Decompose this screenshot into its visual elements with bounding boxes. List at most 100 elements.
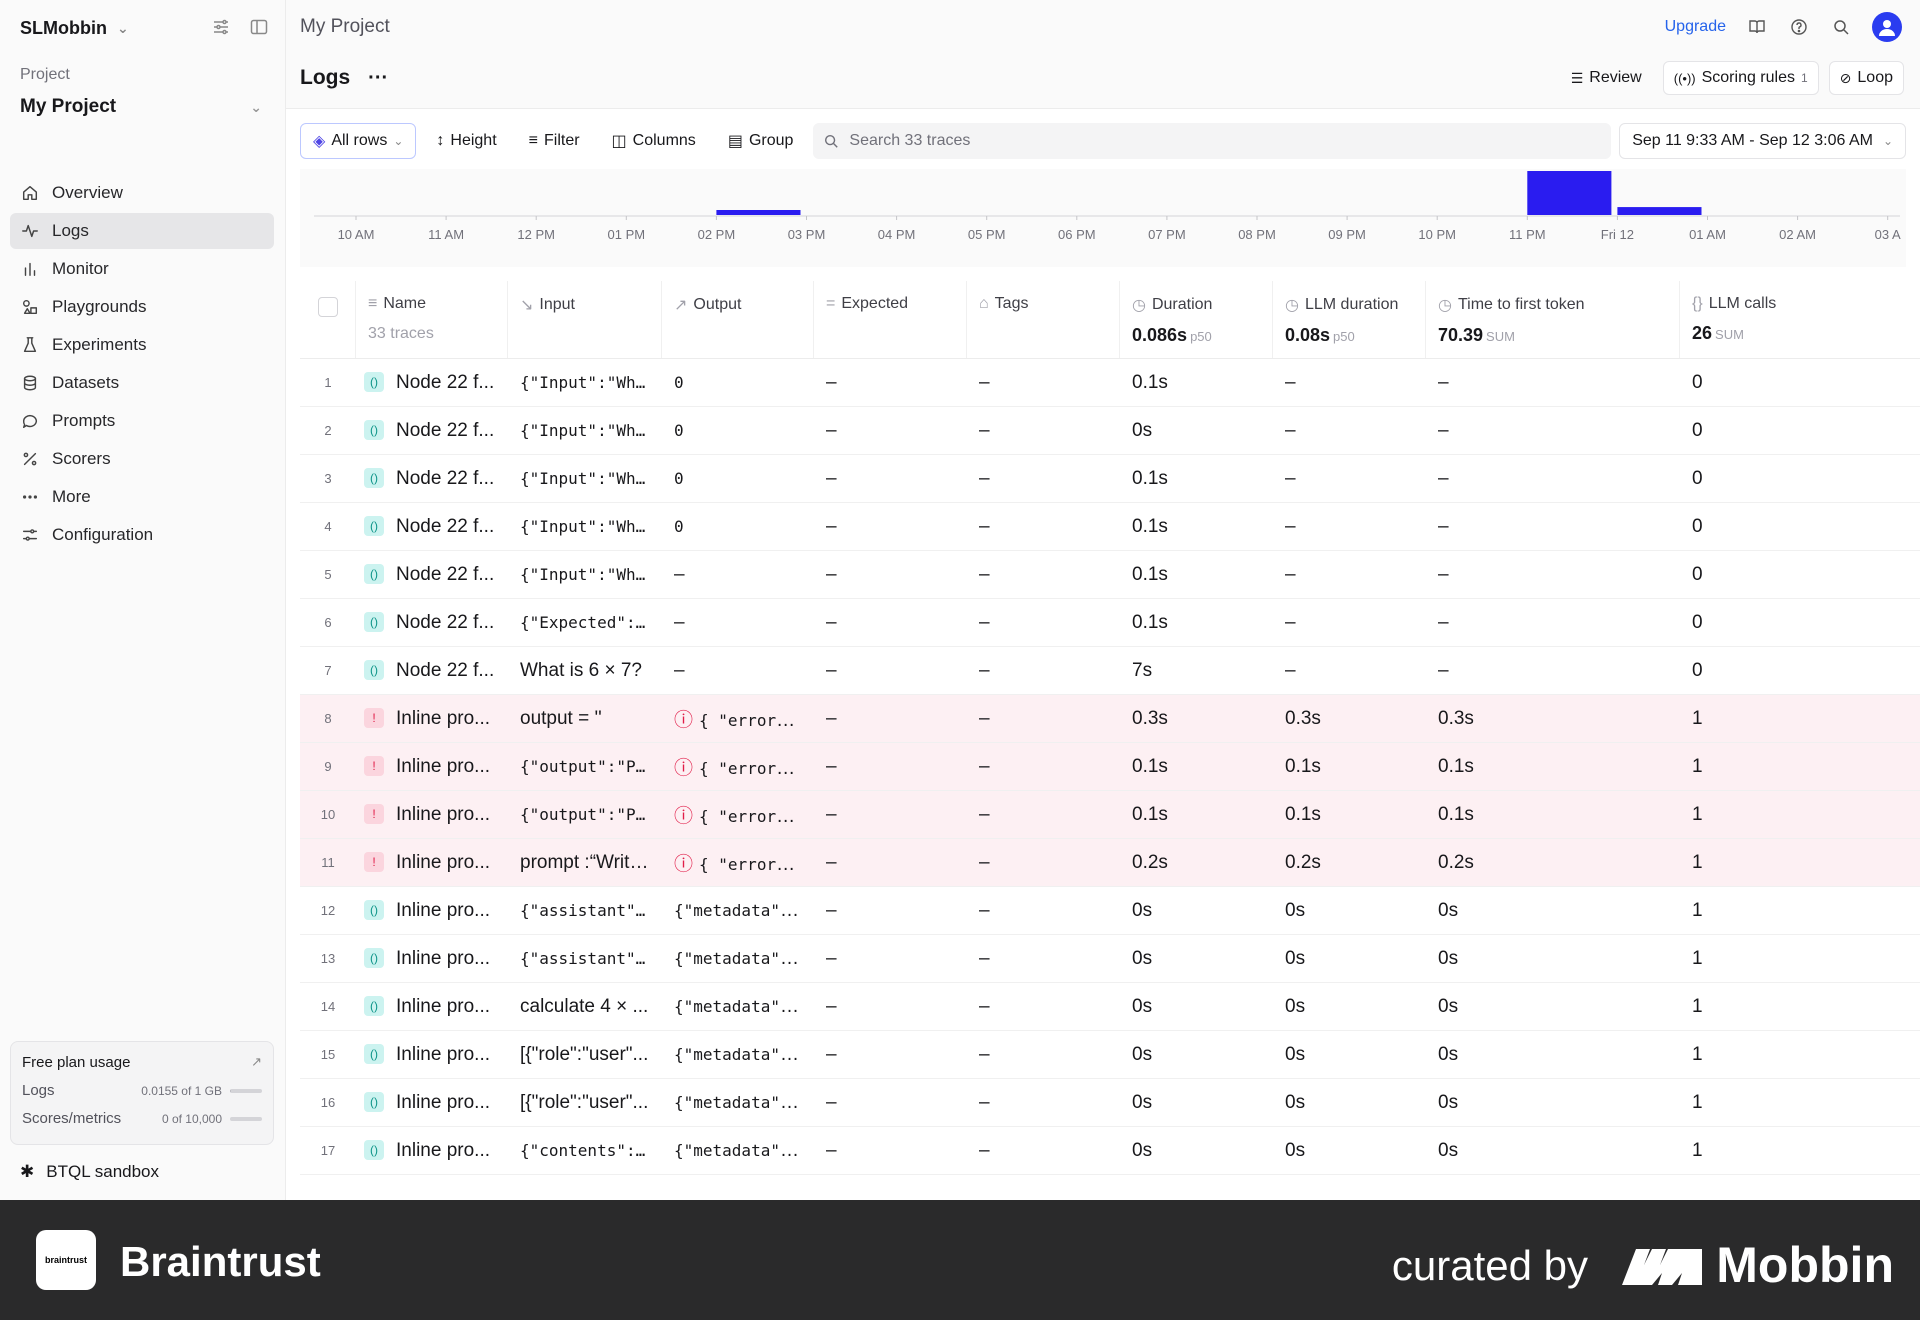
all-rows-label: All rows [331,132,388,149]
workspace-switcher[interactable]: SLMobbin ⌄ [20,16,129,40]
search-input[interactable]: Search 33 traces [813,123,1612,159]
histogram-tick-label: 11 PM [1509,227,1546,242]
cell-ttft: 0s [1438,899,1459,921]
column-tags[interactable]: ⌂ Tags [967,281,1120,358]
output-value: 0 [674,468,684,488]
function-span-icon: () [364,1140,384,1161]
output-value: {"metadata":{... [674,1092,814,1112]
column-llm-duration[interactable]: ◷ LLM duration 0.08s p50 [1273,281,1426,358]
histogram-bar[interactable] [1527,171,1612,215]
cell-llm-calls: 0 [1692,419,1703,441]
project-selector[interactable]: My Project ⌄ [20,96,270,118]
row-number: 3 [324,471,332,486]
group-button[interactable]: ▤ Group [716,123,806,159]
histogram-tick-label: 10 AM [338,227,375,242]
span-name: Node 22 f... [396,371,495,393]
upgrade-link[interactable]: Upgrade [1665,18,1726,36]
table-row[interactable]: 13 () Inline pro... {"assistant":... {"metad… [300,935,1920,983]
table-row[interactable]: 2 () Node 22 f... {"Input":"Wha... 0 – – 0s – – 0 [300,407,1920,455]
sidebar-toggle-icon[interactable] [248,16,270,38]
table-row[interactable]: 11! Inline pro... prompt :“Write... ⓘ { "err… [300,839,1920,887]
ttft-unit: SUM [1486,329,1515,344]
cell-llm-calls: 1 [1692,803,1703,825]
loop-button[interactable]: ⊘ Loop [1828,61,1904,95]
histogram-tick-label: Fri 12 [1601,227,1634,242]
btql-sandbox-link[interactable]: ✱ BTQL sandbox [20,1162,159,1182]
function-span-icon: () [364,660,384,681]
error-icon: ⓘ [674,806,694,827]
llm-duration-stat: 0.08s [1285,325,1331,345]
more-horizontal-icon [20,487,40,507]
table-row[interactable]: 17 () Inline pro... {"contents":[... {"metad… [300,1127,1920,1175]
equals-icon: = [826,295,836,312]
column-output[interactable]: ↗ Output [662,281,814,358]
sidebar-item-more[interactable]: More [10,479,274,515]
table-row[interactable]: 16 () Inline pro... [{"role":"user"... {"met… [300,1079,1920,1127]
cell-input: [{"role":"user"... [520,1043,649,1065]
sidebar-item-overview[interactable]: Overview [10,175,274,211]
more-horizontal-icon[interactable]: ··· [368,67,388,90]
review-button[interactable]: ☰ Review [1560,61,1653,95]
column-expected[interactable]: = Expected [814,281,967,358]
table-row[interactable]: 5() Node 22 f... {"Input":"Wha... – – –0.1s – –… [300,551,1920,599]
row-number: 9 [324,759,332,774]
all-rows-button[interactable]: ◈ All rows ⌄ [300,123,417,159]
help-icon[interactable] [1788,16,1810,38]
breadcrumb[interactable]: My Project [300,16,390,38]
table-row[interactable]: 15 () Inline pro... [{"role":"user"... {"met… [300,1031,1920,1079]
scoring-rules-button[interactable]: ((•)) Scoring rules 1 [1662,61,1819,95]
sidebar-item-logs[interactable]: Logs [10,213,274,249]
histogram-bar[interactable] [1617,207,1702,215]
column-llm-calls[interactable]: {} LLM calls 26 SUM [1680,281,1920,358]
avatar[interactable] [1872,12,1902,42]
table-row[interactable]: 6() Node 22 f... {"Expected":4... – – –0.1s – –… [300,599,1920,647]
sidebar-item-monitor[interactable]: Monitor [10,251,274,287]
column-name[interactable]: ≡ Name 33 traces [356,281,508,358]
table-row[interactable]: 12 () Inline pro... {"assistant":... {"metad… [300,887,1920,935]
free-plan-usage[interactable]: Free plan usage ↗ Logs 0.0155 of 1 GB Sc… [10,1041,274,1145]
sidebar-item-prompts[interactable]: Prompts [10,403,274,439]
output-value: { "error":... [699,807,814,826]
column-ttft-label: Time to first token [1457,296,1585,313]
columns-button[interactable]: ◫ Columns [600,123,708,159]
column-input[interactable]: ↘ Input [508,281,662,358]
book-icon[interactable] [1746,16,1768,38]
output-value: – [674,563,685,585]
cell-llm-calls: 1 [1692,1139,1703,1161]
sidebar-item-scorers[interactable]: Scorers [10,441,274,477]
sidebar-item-configuration[interactable]: Configuration [10,517,274,553]
table-row[interactable]: 9! Inline pro... {"output":"Po... ⓘ { "error… [300,743,1920,791]
cell-duration: 0s [1132,1139,1153,1161]
histogram-bar[interactable] [716,210,801,215]
traces-histogram[interactable]: 10 AM 11 AM 12 PM 01 PM 02 PM 03 PM 04 PM 05 PM… [300,169,1906,267]
select-all-checkbox[interactable] [318,297,338,317]
date-range-picker[interactable]: Sep 11 9:33 AM - Sep 12 3:06 AM ⌄ [1619,123,1906,159]
sidebar-item-datasets[interactable]: Datasets [10,365,274,401]
column-duration[interactable]: ◷ Duration 0.086s p50 [1120,281,1273,358]
histogram-tick-label: 01 PM [608,227,646,242]
row-number: 12 [320,903,336,918]
table-row[interactable]: 10! Inline pro... {"output":"Po... ⓘ { "erro… [300,791,1920,839]
table-row[interactable]: 3 () Node 22 f... {"Input":"Wha... 0 – – 0.1s – –… [300,455,1920,503]
filter-button[interactable]: ≡ Filter [517,123,592,159]
output-value: 0 [674,420,684,440]
scoring-rules-label: Scoring rules [1701,69,1795,86]
table-row[interactable]: 4 () Node 22 f... {"Input":"Wha... 0 – – 0.1s – –… [300,503,1920,551]
sidebar-item-label: Datasets [52,373,120,392]
table-row[interactable]: 14 () Inline pro... calculate 4 × ... {"meta… [300,983,1920,1031]
table-row[interactable]: 7 () Node 22 f... What is 6 × 7? – – – 7s – – 0 [300,647,1920,695]
sliders-icon[interactable] [210,16,232,38]
layers-icon: ◈ [313,133,326,150]
sidebar-item-experiments[interactable]: Experiments [10,327,274,363]
column-ttft[interactable]: ◷ Time to first token 70.39 SUM [1426,281,1680,358]
cell-duration: 0.1s [1132,467,1168,489]
cell-input: {"Expected":4... [520,613,662,632]
table-row[interactable]: 8! Inline pro... output = '' ⓘ { "error":...… [300,695,1920,743]
tag-icon: ⌂ [979,295,989,312]
height-button[interactable]: ↕ Height [424,123,508,159]
search-icon[interactable] [1830,16,1852,38]
histogram-tick-label: 02 AM [1779,227,1816,242]
table-row[interactable]: 1 () Node 22 f... {"Input":"Wha... 0 – – 0.1s – –… [300,359,1920,407]
cell-name: () Node 22 f... [356,468,508,490]
sidebar-item-playgrounds[interactable]: Playgrounds [10,289,274,325]
